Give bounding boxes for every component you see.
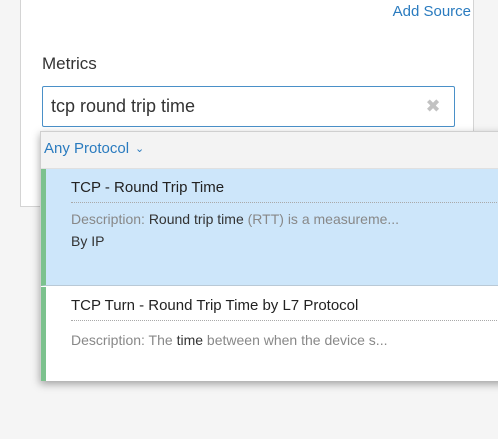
- description-rest: between when the device s...: [203, 332, 388, 348]
- description-rest: (RTT) is a measureme...: [243, 211, 400, 227]
- suggestion-item[interactable]: TCP - Round Trip Time Description: Round…: [41, 169, 498, 286]
- filter-bar: Any Protocol ⌄: [41, 132, 498, 169]
- metrics-label: Metrics: [42, 54, 97, 73]
- description-prefix: Description: The: [71, 332, 177, 348]
- protocol-filter-dropdown[interactable]: Any Protocol ⌄: [44, 140, 144, 157]
- suggestion-description: Description: Round trip time (RTT) is a …: [71, 210, 498, 228]
- clear-icon[interactable]: ✖: [424, 97, 442, 115]
- suggestion-item[interactable]: TCP Turn - Round Trip Time by L7 Protoco…: [41, 287, 498, 381]
- suggestion-description: Description: The time between when the d…: [71, 331, 498, 349]
- metrics-suggestion-dropdown: Any Protocol ⌄ TCP - Round Trip Time Desc…: [40, 131, 498, 381]
- metrics-search-box: ✖: [42, 86, 455, 127]
- suggestion-title: TCP - Round Trip Time: [71, 179, 498, 203]
- chevron-down-icon: ⌄: [135, 143, 145, 155]
- description-match: time: [176, 332, 204, 348]
- metrics-search-input[interactable]: [43, 87, 413, 126]
- description-prefix: Description:: [71, 211, 149, 227]
- suggestion-byline: By IP: [71, 233, 105, 249]
- description-match: Round trip time: [148, 211, 244, 227]
- protocol-filter-label: Any Protocol: [44, 140, 130, 157]
- add-source-link[interactable]: Add Source: [393, 3, 471, 20]
- suggestion-title: TCP Turn - Round Trip Time by L7 Protoco…: [71, 297, 498, 321]
